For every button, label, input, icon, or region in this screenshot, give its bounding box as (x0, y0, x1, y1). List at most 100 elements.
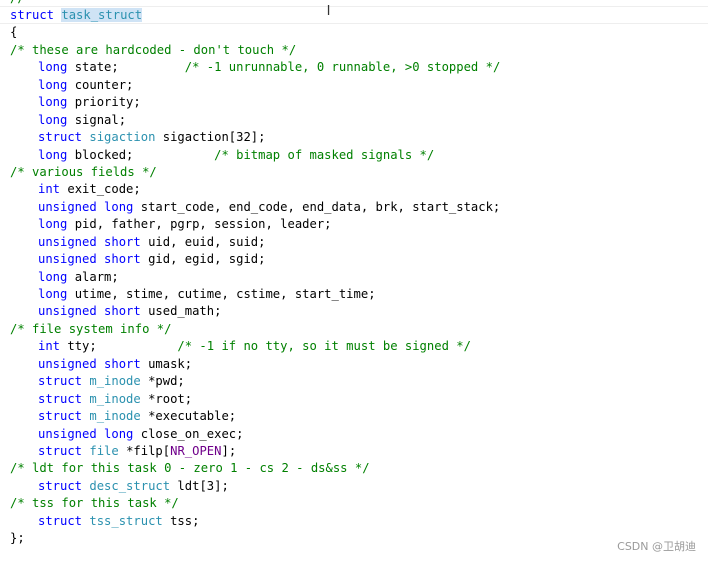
text-cursor-icon: I (326, 4, 331, 19)
type-name: file (89, 443, 119, 458)
code-line[interactable]: int exit_code; (0, 181, 708, 198)
keyword: int (38, 339, 61, 354)
code-line[interactable]: struct sigaction sigaction[32]; (0, 129, 708, 146)
identifier: ]; (221, 443, 237, 458)
code-line[interactable]: struct task_struct (0, 7, 708, 24)
keyword: struct (38, 374, 83, 389)
keyword: struct (38, 391, 83, 406)
keyword: long (38, 217, 68, 232)
code-line[interactable]: long utime, stime, cutime, cstime, start… (0, 286, 708, 303)
code-line[interactable]: }; (0, 530, 708, 547)
type-name: m_inode (89, 391, 141, 406)
identifier: exit_code; (60, 182, 141, 197)
code-line[interactable]: struct m_inode *executable; (0, 408, 708, 425)
identifier: alarm; (67, 269, 119, 284)
keyword: unsigned short (38, 252, 141, 267)
identifier: start_code, end_code, end_data, brk, sta… (133, 199, 501, 214)
code-line[interactable]: unsigned long close_on_exec; (0, 426, 708, 443)
identifier: *pwd; (140, 374, 185, 389)
type-name: m_inode (89, 409, 141, 424)
identifier: *filp[ (118, 443, 171, 458)
code-line[interactable]: unsigned long start_code, end_code, end_… (0, 199, 708, 216)
keyword: long (38, 112, 68, 127)
close-brace: }; (10, 531, 25, 546)
code-line[interactable]: long counter; (0, 77, 708, 94)
keyword: struct (10, 8, 55, 22)
code-line[interactable]: long pid, father, pgrp, session, leader; (0, 216, 708, 233)
macro: NR_OPEN (170, 443, 222, 458)
watermark: CSDN @卫胡迪 (617, 540, 696, 553)
keyword: long (38, 77, 68, 92)
keyword: long (38, 147, 68, 162)
type-name: tss_struct (89, 513, 163, 528)
open-brace: { (10, 25, 18, 40)
comment: /* -1 unrunnable, 0 runnable, >0 stopped… (184, 60, 501, 75)
code-line[interactable]: unsigned short used_math; (0, 303, 708, 320)
identifier: priority; (67, 95, 141, 110)
keyword: struct (38, 130, 83, 145)
identifier: utime, stime, cutime, cstime, start_time… (67, 287, 376, 301)
code-line[interactable]: { (0, 24, 708, 41)
code-line[interactable]: /* these are hardcoded - don't touch */ (0, 42, 708, 59)
identifier: ldt[3]; (170, 478, 229, 493)
identifier: uid, euid, suid; (140, 234, 266, 249)
keyword: long (38, 269, 68, 284)
code-line[interactable]: long priority; (0, 94, 708, 111)
code-line[interactable]: struct file *filp[NR_OPEN]; (0, 443, 708, 460)
comment: /* tss for this task */ (10, 496, 179, 511)
selected-identifier[interactable]: task_struct (61, 8, 143, 22)
keyword: long (38, 95, 68, 110)
code-line[interactable]: /* ldt for this task 0 - zero 1 - cs 2 -… (0, 460, 708, 477)
code-block[interactable]: struct task_struct { /* these are hardco… (0, 7, 708, 548)
code-line[interactable]: unsigned short umask; (0, 356, 708, 373)
code-line[interactable]: /* file system info */ (0, 321, 708, 338)
keyword: unsigned long (38, 199, 134, 214)
keyword: long (38, 60, 68, 75)
comment: /* file system info */ (10, 321, 172, 336)
keyword: unsigned short (38, 356, 141, 371)
keyword: struct (38, 513, 83, 528)
code-line[interactable]: struct desc_struct ldt[3]; (0, 478, 708, 495)
keyword: unsigned long (38, 426, 134, 441)
code-line[interactable]: long state; /* -1 unrunnable, 0 runnable… (0, 59, 708, 76)
identifier: tss; (162, 513, 200, 528)
code-line[interactable]: unsigned short gid, egid, sgid; (0, 251, 708, 268)
keyword: struct (38, 409, 83, 424)
code-line[interactable]: /* tss for this task */ (0, 495, 708, 512)
identifier: umask; (140, 356, 193, 371)
identifier: gid, egid, sgid; (140, 252, 266, 267)
identifier: counter; (67, 77, 134, 92)
identifier: signal; (67, 112, 127, 127)
code-line[interactable]: struct m_inode *pwd; (0, 373, 708, 390)
comment: /* bitmap of masked signals */ (214, 147, 435, 162)
comment: /* -1 if no tty, so it must be signed */ (177, 339, 471, 354)
code-line[interactable]: unsigned short uid, euid, suid; (0, 234, 708, 251)
code-line[interactable]: long alarm; (0, 269, 708, 286)
comment: /* these are hardcoded - don't touch */ (10, 42, 297, 57)
code-line[interactable]: int tty; /* -1 if no tty, so it must be … (0, 338, 708, 355)
code-editor[interactable]: // ----------------------------- struct … (0, 0, 708, 561)
identifier: sigaction[32]; (155, 130, 266, 145)
type-name: m_inode (89, 374, 141, 389)
code-line[interactable]: struct tss_struct tss; (0, 513, 708, 530)
code-line[interactable]: long signal; (0, 112, 708, 129)
code-line[interactable]: long blocked; /* bitmap of masked signal… (0, 147, 708, 164)
identifier: blocked; (67, 147, 215, 162)
keyword: struct (38, 443, 83, 458)
keyword: long (38, 287, 68, 301)
identifier: *executable; (140, 409, 237, 424)
type-name: sigaction (89, 130, 156, 145)
comment: /* various fields */ (10, 164, 157, 179)
identifier: tty; (60, 339, 178, 354)
keyword: unsigned short (38, 234, 141, 249)
identifier: used_math; (140, 304, 222, 319)
code-line[interactable]: /* various fields */ (0, 164, 708, 181)
identifier: state; (67, 60, 185, 75)
keyword: int (38, 182, 61, 197)
comment: /* ldt for this task 0 - zero 1 - cs 2 -… (10, 461, 370, 476)
identifier: pid, father, pgrp, session, leader; (67, 217, 332, 232)
keyword: unsigned short (38, 304, 141, 319)
type-name: desc_struct (89, 478, 171, 493)
code-line[interactable]: struct m_inode *root; (0, 391, 708, 408)
identifier: close_on_exec; (133, 426, 244, 441)
